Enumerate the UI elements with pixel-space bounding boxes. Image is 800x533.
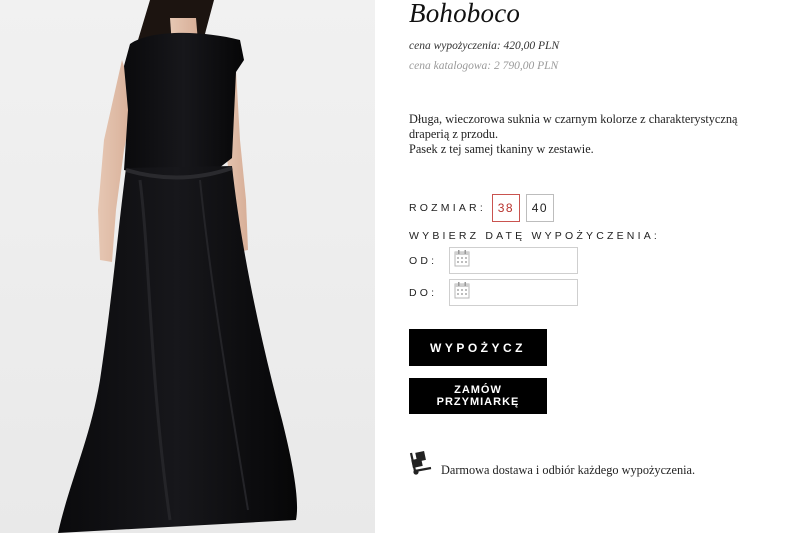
date-from-input[interactable] bbox=[449, 247, 578, 274]
product-photo[interactable] bbox=[0, 0, 375, 533]
product-title: Bohoboco bbox=[409, 0, 521, 28]
rent-price: cena wypożyczenia: 420,00 PLN bbox=[409, 40, 560, 52]
date-to-label: DO: bbox=[409, 286, 438, 299]
size-option-38[interactable]: 38 bbox=[491, 194, 520, 222]
size-label: ROZMIAR: bbox=[409, 202, 486, 214]
calendar-icon[interactable] bbox=[454, 249, 470, 272]
calendar-icon[interactable] bbox=[454, 281, 470, 304]
dress-model-image bbox=[58, 0, 298, 533]
delivery-truck-icon bbox=[409, 450, 435, 480]
delivery-text: Darmowa dostawa i odbiór każdego wypożyc… bbox=[441, 463, 696, 477]
order-fitting-button[interactable]: ZAMÓW PRZYMIARKĘ bbox=[409, 378, 547, 414]
description-line: Długa, wieczorowa suknia w czarnym kolor… bbox=[409, 112, 738, 141]
catalog-price: cena katalogowa: 2 790,00 PLN bbox=[409, 60, 559, 72]
description-line: Pasek z tej samej tkaniny w zestawie. bbox=[409, 142, 594, 156]
size-selector: ROZMIAR: 38 40 bbox=[409, 193, 560, 223]
rent-button[interactable]: WYPOŻYCZ bbox=[409, 329, 547, 366]
delivery-info: Darmowa dostawa i odbiór każdego wypożyc… bbox=[409, 450, 695, 480]
product-description: Długa, wieczorowa suknia w czarnym kolor… bbox=[409, 112, 779, 157]
size-option-40[interactable]: 40 bbox=[525, 194, 554, 222]
date-from-row: OD: bbox=[409, 247, 578, 274]
date-from-label: OD: bbox=[409, 254, 438, 267]
date-to-input[interactable] bbox=[449, 279, 578, 306]
date-to-row: DO: bbox=[409, 279, 578, 306]
rental-date-heading: WYBIERZ DATĘ WYPOŻYCZENIA: bbox=[409, 230, 661, 242]
